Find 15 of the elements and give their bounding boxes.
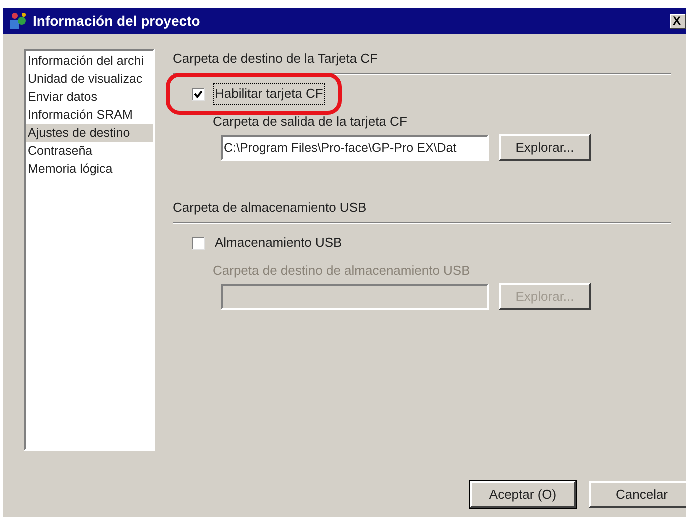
close-button[interactable]: X [670, 14, 686, 28]
path-field[interactable]: C:\Program Files\Pro-face\GP-Pro EX\Dat [221, 134, 489, 160]
list-item[interactable]: Ajustes de destino [26, 124, 153, 142]
path-field[interactable] [221, 284, 489, 310]
field-label: Carpeta de salida de la tarjeta CF [213, 113, 408, 131]
section-heading: Carpeta de destino de la Tarjeta CF [173, 50, 378, 68]
section-heading: Carpeta de almacenamiento USB [173, 199, 367, 217]
browse-button[interactable]: Explorar... [499, 134, 591, 161]
field-label: Carpeta de destino de almacenamiento USB [213, 262, 470, 280]
dialog-button[interactable]: Aceptar (O) [470, 481, 576, 508]
window-title: Información del proyecto [33, 12, 200, 31]
checkbox[interactable] [192, 88, 205, 100]
app-icon [9, 12, 29, 30]
dialog-button[interactable]: Cancelar [589, 481, 686, 508]
checkbox-label[interactable]: Habilitar tarjeta CF [213, 83, 326, 105]
